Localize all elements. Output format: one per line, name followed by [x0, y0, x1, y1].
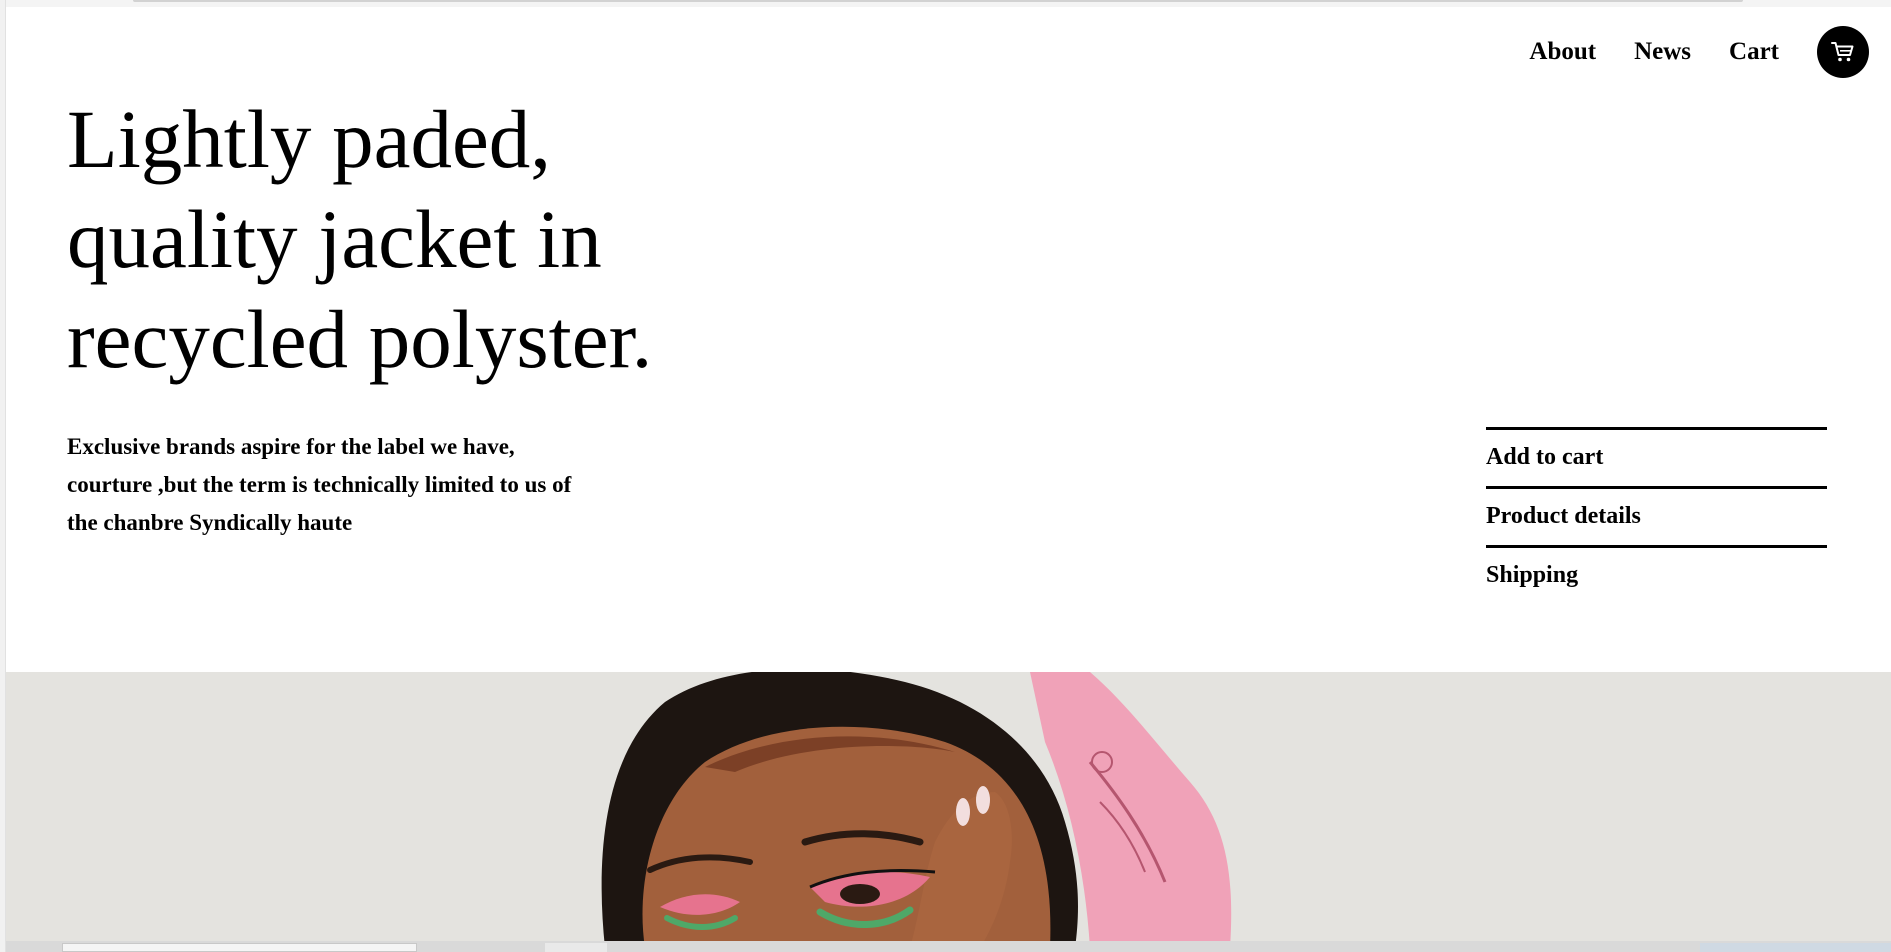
product-actions: Add to cart Product details Shipping	[1486, 427, 1827, 604]
main-nav: About News Cart	[1529, 26, 1869, 78]
product-title: Lightly paded, quality jacket in recycle…	[67, 93, 653, 385]
product-details-link[interactable]: Product details	[1486, 486, 1827, 545]
left-window-edge	[0, 0, 6, 952]
shipping-link[interactable]: Shipping	[1486, 545, 1827, 604]
nav-link-news[interactable]: News	[1634, 38, 1691, 66]
taskbar-strip	[0, 941, 1891, 952]
nav-link-cart[interactable]: Cart	[1729, 38, 1779, 66]
cart-button[interactable]	[1817, 26, 1869, 78]
model-portrait-image	[5, 672, 1891, 948]
browser-top-strip	[0, 0, 1891, 7]
product-description: Exclusive brands aspire for the label we…	[67, 434, 572, 535]
taskbar-item[interactable]	[545, 943, 607, 952]
taskbar-tray[interactable]	[1700, 943, 1891, 952]
taskbar-search-box[interactable]	[62, 943, 417, 952]
shopping-cart-icon	[1831, 42, 1854, 62]
browser-top-bar	[133, 0, 1743, 2]
nav-link-about[interactable]: About	[1529, 38, 1596, 66]
browser-viewport: About News Cart Lightly paded, quality j…	[0, 0, 1891, 952]
add-to-cart-link[interactable]: Add to cart	[1486, 427, 1827, 486]
hero-banner-image	[5, 672, 1891, 948]
product-page: About News Cart Lightly paded, quality j…	[5, 7, 1891, 948]
